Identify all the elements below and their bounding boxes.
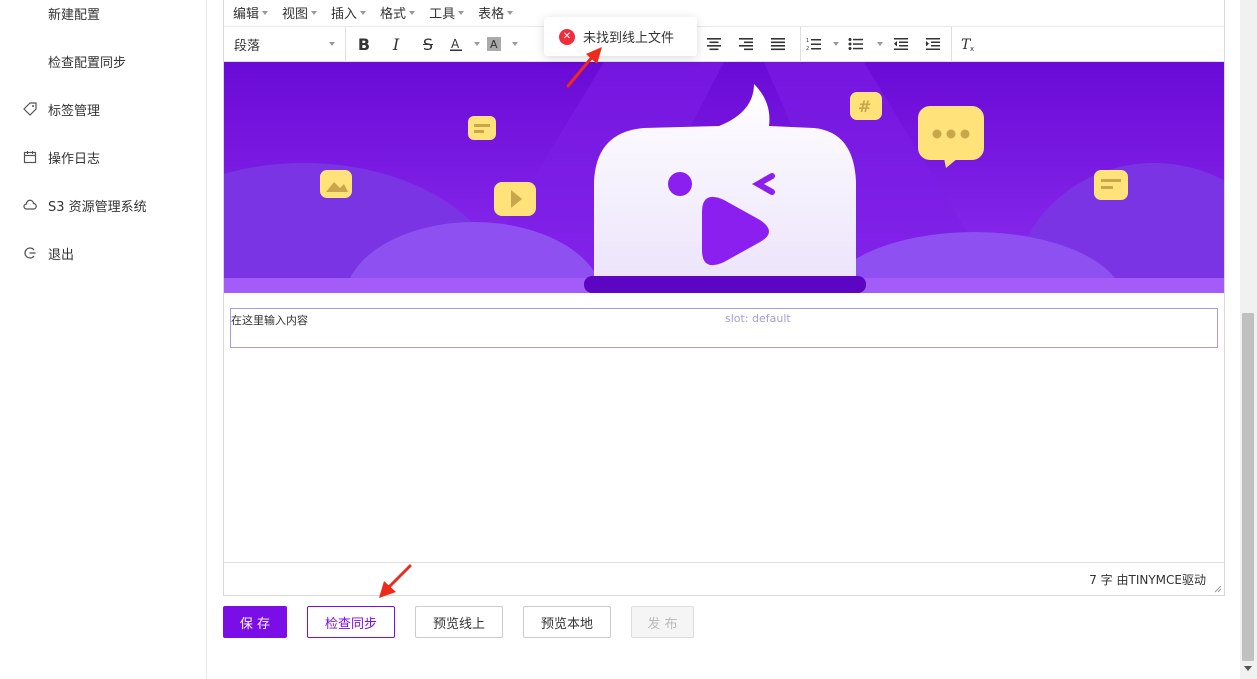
- block-format-value: 段落: [234, 38, 261, 54]
- bold-icon[interactable]: B: [348, 27, 380, 62]
- block-format-select[interactable]: 段落: [224, 26, 346, 62]
- sidebar-item-logout[interactable]: 退出: [0, 233, 206, 273]
- menu-edit[interactable]: 编辑: [233, 3, 269, 22]
- editor-menubar: 编辑 视图 插入 格式 工具 表格: [224, 0, 1224, 27]
- bullet-list-icon[interactable]: [841, 27, 871, 62]
- menu-label: 表格: [478, 7, 505, 22]
- menu-label: 插入: [331, 7, 358, 22]
- editor-toolbar: 段落 B I S A A 12 T x: [224, 26, 1224, 62]
- save-button[interactable]: 保 存: [223, 606, 287, 638]
- menu-format[interactable]: 格式: [380, 3, 416, 22]
- strikethrough-icon[interactable]: S: [412, 27, 444, 62]
- align-justify-icon[interactable]: [762, 27, 794, 62]
- preview-local-button[interactable]: 预览本地: [523, 606, 611, 638]
- caret-down-icon: [409, 10, 416, 15]
- logout-icon: [22, 245, 38, 261]
- word-count-status: 7 字 由TINYMCE驱动: [1089, 572, 1206, 587]
- sidebar-item-s3[interactable]: S3 资源管理系统: [0, 185, 206, 225]
- sidebar-item-logs[interactable]: 操作日志: [0, 137, 206, 177]
- scroll-down-icon[interactable]: [1244, 666, 1252, 671]
- sidebar-item-new-config[interactable]: 新建配置: [0, 0, 206, 33]
- menu-label: 视图: [282, 7, 309, 22]
- sidebar-item-label: 标签管理: [48, 103, 101, 119]
- calendar-icon: [22, 149, 38, 165]
- publish-button: 发 布: [631, 606, 694, 638]
- menu-tools[interactable]: 工具: [429, 3, 465, 22]
- svg-text:x: x: [970, 45, 974, 52]
- align-right-icon[interactable]: [730, 27, 762, 62]
- svg-text:1: 1: [806, 38, 809, 44]
- sidebar-item-label: 新建配置: [48, 7, 101, 23]
- sidebar-item-label: 检查配置同步: [48, 55, 127, 71]
- numbered-list-icon[interactable]: 12: [801, 27, 827, 62]
- slot-label: slot: default: [725, 312, 791, 325]
- svg-text:#: #: [858, 97, 871, 116]
- content-slot[interactable]: 在这里输入内容 slot: default: [230, 308, 1218, 348]
- preview-online-button[interactable]: 预览线上: [415, 606, 503, 638]
- sidebar-item-tags[interactable]: 标签管理: [0, 89, 206, 129]
- caret-down-icon[interactable]: [871, 27, 885, 62]
- resize-handle-icon[interactable]: [1214, 585, 1222, 593]
- align-center-icon[interactable]: [698, 27, 730, 62]
- caret-down-icon: [311, 10, 318, 15]
- highlight-color-icon[interactable]: A: [482, 27, 506, 62]
- caret-down-icon[interactable]: [468, 27, 482, 62]
- indent-icon[interactable]: [917, 27, 949, 62]
- caret-down-icon: [262, 10, 269, 15]
- caret-down-icon: [458, 10, 465, 15]
- sidebar-item-label: S3 资源管理系统: [48, 199, 147, 215]
- clear-format-icon[interactable]: Tx: [952, 27, 984, 62]
- svg-text:A: A: [490, 38, 498, 51]
- outdent-icon[interactable]: [885, 27, 917, 62]
- sidebar-item-label: 退出: [48, 247, 75, 263]
- menu-label: 编辑: [233, 7, 260, 22]
- sidebar-item-check-config-sync[interactable]: 检查配置同步: [0, 41, 206, 81]
- menu-label: 格式: [380, 7, 407, 22]
- menu-view[interactable]: 视图: [282, 3, 318, 22]
- scrollbar-thumb[interactable]: [1242, 313, 1254, 661]
- menu-insert[interactable]: 插入: [331, 3, 367, 22]
- svg-text:A: A: [451, 37, 460, 51]
- caret-down-icon[interactable]: [827, 27, 841, 62]
- check-sync-button[interactable]: 检查同步: [307, 606, 395, 638]
- menu-label: 工具: [429, 7, 456, 22]
- italic-icon[interactable]: I: [380, 27, 412, 62]
- banner-image: #: [224, 62, 1224, 293]
- annotation-arrow-icon: [566, 47, 602, 88]
- menu-table[interactable]: 表格: [478, 3, 514, 22]
- sidebar-item-label: 操作日志: [48, 151, 101, 167]
- rich-text-editor: 编辑 视图 插入 格式 工具 表格 段落 B I S A A 1 2 T x #…: [223, 0, 1225, 596]
- caret-down-icon[interactable]: [506, 27, 520, 62]
- caret-down-icon: [360, 10, 367, 15]
- svg-text:2: 2: [806, 46, 809, 51]
- error-icon: ✕: [559, 28, 575, 45]
- caret-down-icon: [329, 42, 335, 46]
- tag-icon: [22, 101, 38, 117]
- content-placeholder: 在这里输入内容: [231, 314, 308, 327]
- cloud-icon: [22, 197, 38, 213]
- text-color-icon[interactable]: A: [444, 27, 468, 62]
- caret-down-icon: [507, 10, 514, 15]
- sidebar: 新建配置 检查配置同步 标签管理 操作日志 S3 资源管理系统 退出: [0, 0, 207, 679]
- annotation-arrow-icon: [379, 564, 412, 598]
